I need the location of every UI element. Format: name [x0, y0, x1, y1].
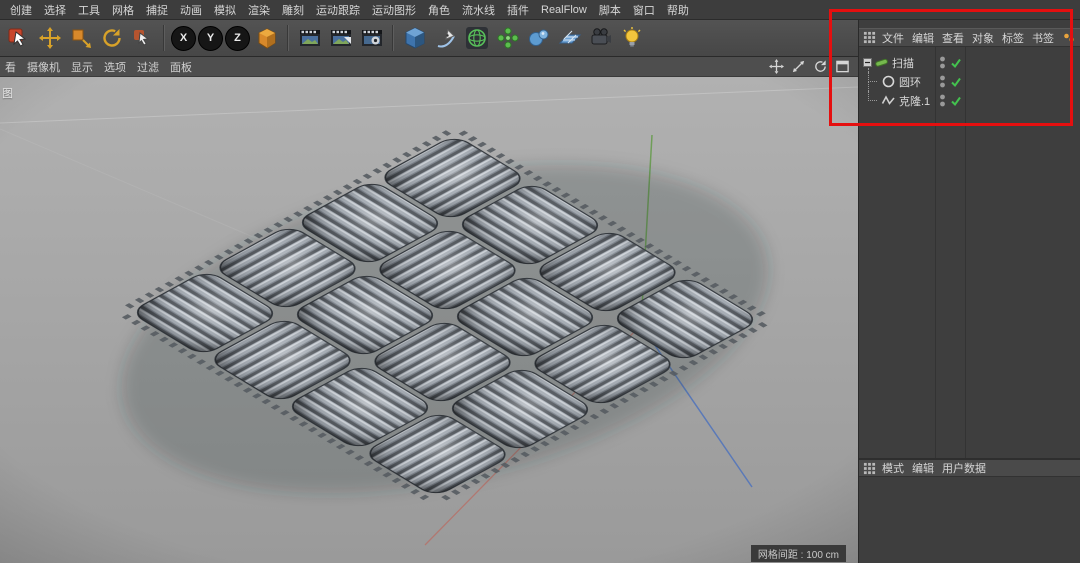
move-tool-icon[interactable] — [35, 24, 64, 53]
visibility-dots[interactable] — [939, 55, 946, 70]
menu-item[interactable]: 雕刻 — [276, 2, 310, 18]
menu-item[interactable]: 网格 — [106, 2, 140, 18]
dolly-icon[interactable] — [791, 59, 806, 74]
menu-item[interactable]: 渲染 — [242, 2, 276, 18]
light-icon[interactable] — [617, 24, 646, 53]
viewport-menu-item[interactable]: 显示 — [69, 59, 99, 75]
3d-scene — [0, 77, 858, 563]
z-lock-button[interactable]: Z — [225, 26, 250, 51]
object-manager-menu: 文件 编辑 查看 对象 标签 书签 — [859, 28, 1080, 47]
render-picture-viewer-icon[interactable] — [326, 24, 355, 53]
object-row[interactable]: 扫描 — [859, 53, 1080, 72]
menu-bar: 创建 选择 工具 网格 捕捉 动画 模拟 渲染 雕刻 运动跟踪 运动图形 角色 … — [0, 0, 1080, 20]
object-row[interactable]: 圆环 — [859, 72, 1080, 91]
menu-item[interactable]: 窗口 — [627, 2, 661, 18]
metaball-icon[interactable] — [524, 24, 553, 53]
object-label: 扫描 — [892, 55, 914, 71]
render-view-icon[interactable] — [295, 24, 324, 53]
y-lock-label: Y — [207, 32, 214, 44]
render-settings-icon[interactable] — [357, 24, 386, 53]
expand-toggle[interactable] — [863, 58, 872, 67]
toolbar-separator — [392, 25, 394, 51]
sweep-icon — [874, 55, 889, 70]
attribute-manager-body[interactable] — [859, 477, 1080, 563]
camera-icon[interactable] — [586, 24, 615, 53]
viewport-menu-bar: 看 摄像机 显示 选项 过滤 面板 — [0, 57, 858, 77]
om-menu-item[interactable]: 查看 — [938, 30, 968, 46]
om-menu-item[interactable]: 书签 — [1028, 30, 1058, 46]
viewport: 看 摄像机 显示 选项 过滤 面板 — [0, 57, 858, 563]
object-row[interactable]: 克隆.1 — [859, 91, 1080, 110]
scale-tool-icon[interactable] — [66, 24, 95, 53]
viewport-left-label: 图 — [2, 85, 13, 101]
viewport-menu-item[interactable]: 选项 — [102, 59, 132, 75]
menu-item[interactable]: 运动图形 — [366, 2, 422, 18]
enabled-check[interactable] — [950, 76, 962, 88]
pan-icon[interactable] — [769, 59, 784, 74]
rotate-view-icon[interactable] — [813, 59, 828, 74]
menu-item[interactable]: 角色 — [422, 2, 456, 18]
circle-spline-icon — [881, 74, 896, 89]
main-toolbar: X Y Z — [0, 20, 858, 57]
attribute-manager-menu: 模式 编辑 用户数据 — [859, 458, 1080, 477]
floor-icon[interactable] — [555, 24, 584, 53]
menu-item[interactable]: 流水线 — [456, 2, 501, 18]
tree-line — [868, 91, 877, 101]
menu-item[interactable]: RealFlow — [535, 4, 593, 16]
cube-primitive-icon[interactable] — [400, 24, 429, 53]
tree-line — [868, 72, 877, 82]
subdivision-surface-icon[interactable] — [462, 24, 491, 53]
menu-item[interactable]: 脚本 — [593, 2, 627, 18]
om-menu-item[interactable]: 对象 — [968, 30, 998, 46]
om-menu-item[interactable]: 标签 — [998, 30, 1028, 46]
toolbar-separator — [287, 25, 289, 51]
viewport-menu-item[interactable]: 面板 — [168, 59, 198, 75]
enabled-check[interactable] — [950, 95, 962, 107]
om-menu-item[interactable]: 文件 — [878, 30, 908, 46]
rotate-tool-icon[interactable] — [97, 24, 126, 53]
object-label: 圆环 — [899, 74, 921, 90]
object-tree: 扫描 圆环 — [859, 47, 1080, 458]
object-label: 克隆.1 — [899, 93, 930, 109]
menu-item[interactable]: 捕捉 — [140, 2, 174, 18]
menu-item[interactable]: 运动跟踪 — [310, 2, 366, 18]
viewport-menu-item[interactable]: 摄像机 — [25, 59, 66, 75]
grid-spacing-label: 网格间距 : 100 cm — [751, 545, 846, 562]
y-lock-button[interactable]: Y — [198, 26, 223, 51]
layers-icon[interactable] — [1062, 31, 1076, 45]
menu-item[interactable]: 创建 — [4, 2, 38, 18]
viewport-menu-item[interactable]: 过滤 — [135, 59, 165, 75]
toolbar-separator — [163, 25, 165, 51]
array-mograph-icon[interactable] — [493, 24, 522, 53]
enabled-check[interactable] — [950, 57, 962, 69]
coordinate-system-icon[interactable] — [252, 24, 281, 53]
am-menu-item[interactable]: 用户数据 — [938, 460, 990, 476]
x-lock-button[interactable]: X — [171, 26, 196, 51]
pen-spline-icon[interactable] — [431, 24, 460, 53]
spline-wave-icon — [881, 93, 896, 108]
am-menu-item[interactable]: 编辑 — [908, 460, 938, 476]
menu-item[interactable]: 模拟 — [208, 2, 242, 18]
viewport-canvas[interactable]: 图 网格间距 : 100 cm — [0, 77, 858, 563]
viewport-menu-item[interactable]: 看 — [3, 59, 22, 75]
visibility-dots[interactable] — [939, 93, 946, 108]
x-lock-label: X — [180, 32, 187, 44]
toggle-view-icon[interactable] — [835, 59, 850, 74]
live-selection-icon[interactable] — [4, 24, 33, 53]
visibility-dots[interactable] — [939, 74, 946, 89]
viewport-nav — [769, 59, 855, 74]
tree-line — [868, 82, 869, 91]
menu-item[interactable]: 帮助 — [661, 2, 695, 18]
panel-grip-icon[interactable] — [863, 462, 876, 475]
menu-item[interactable]: 选择 — [38, 2, 72, 18]
panel-grip-icon[interactable] — [863, 31, 876, 44]
om-menu-item[interactable]: 编辑 — [908, 30, 938, 46]
menu-item[interactable]: 动画 — [174, 2, 208, 18]
menu-item[interactable]: 工具 — [72, 2, 106, 18]
last-tool-icon[interactable] — [128, 24, 157, 53]
am-menu-item[interactable]: 模式 — [878, 460, 908, 476]
menu-item[interactable]: 插件 — [501, 2, 535, 18]
right-panel: 文件 编辑 查看 对象 标签 书签 扫描 — [858, 20, 1080, 563]
z-lock-label: Z — [234, 32, 241, 44]
